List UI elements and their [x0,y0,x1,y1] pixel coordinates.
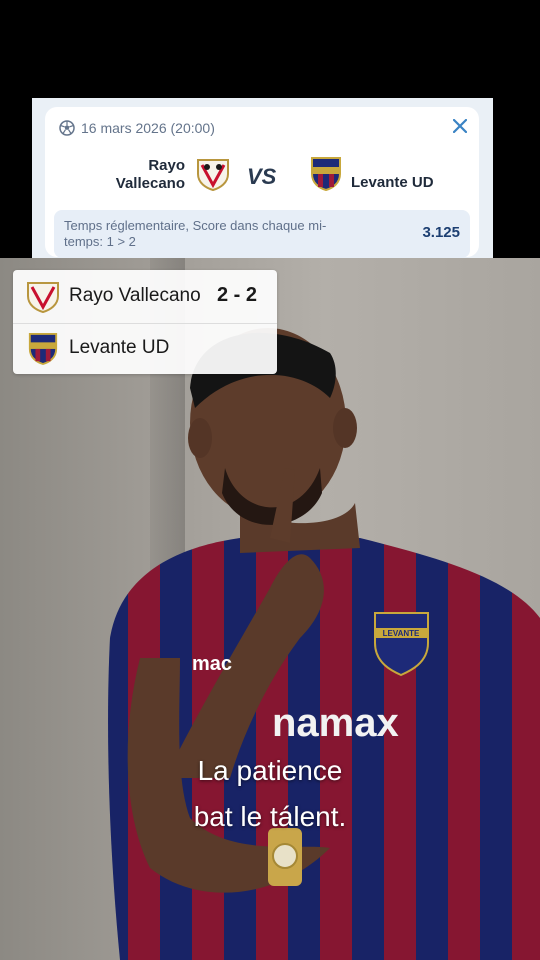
home-team-name: Rayo Vallecano [97,157,185,193]
jersey-badge-text: LEVANTE [383,629,420,638]
caption-line1: La patience [197,755,343,786]
score-row-away: Levante UD [13,323,277,374]
vs-label: VS [247,164,277,189]
bet-market-description: Temps réglementaire, Score dans chaque m… [64,218,374,250]
bet-slip-card: 16 mars 2026 (20:00) Rayo Vallecano VS L… [32,98,493,265]
close-icon[interactable] [452,113,468,139]
rayo-crest-icon [197,159,229,192]
rayo-crest-icon [27,282,59,314]
away-team-name: Levante UD [351,174,434,191]
score-row-home: Rayo Vallecano 2 - 2 [13,272,277,322]
levante-crest-icon [311,157,341,192]
jersey-brand-text: mac [192,653,232,675]
away-team-score-name: Levante UD [69,337,170,358]
bet-odds: 3.125 [422,224,460,241]
home-team-line2: Vallecano [115,175,185,192]
caption: La patience bat le tálent. [0,748,540,840]
bet-market-strip[interactable]: Temps réglementaire, Score dans chaque m… [54,210,470,258]
match-date-text: 16 mars 2026 (20:00) [81,120,215,136]
home-team-line1: Rayo [148,157,185,174]
jersey-sponsor-text: namax [272,701,399,745]
market-line2: temps: 1 > 2 [64,234,136,249]
soccer-ball-icon [59,120,75,136]
levante-crest-icon [28,332,58,365]
match-date: 16 mars 2026 (20:00) [59,120,215,136]
market-line1: Temps réglementaire, Score dans chaque m… [64,218,327,233]
home-team-score-name: Rayo Vallecano [69,285,201,306]
match-score: 2 - 2 [217,284,258,306]
caption-line2: bat le tálent. [193,801,347,832]
score-card: Rayo Vallecano 2 - 2 Levante UD [13,270,277,374]
bet-slip-inner: 16 mars 2026 (20:00) Rayo Vallecano VS L… [45,107,479,258]
